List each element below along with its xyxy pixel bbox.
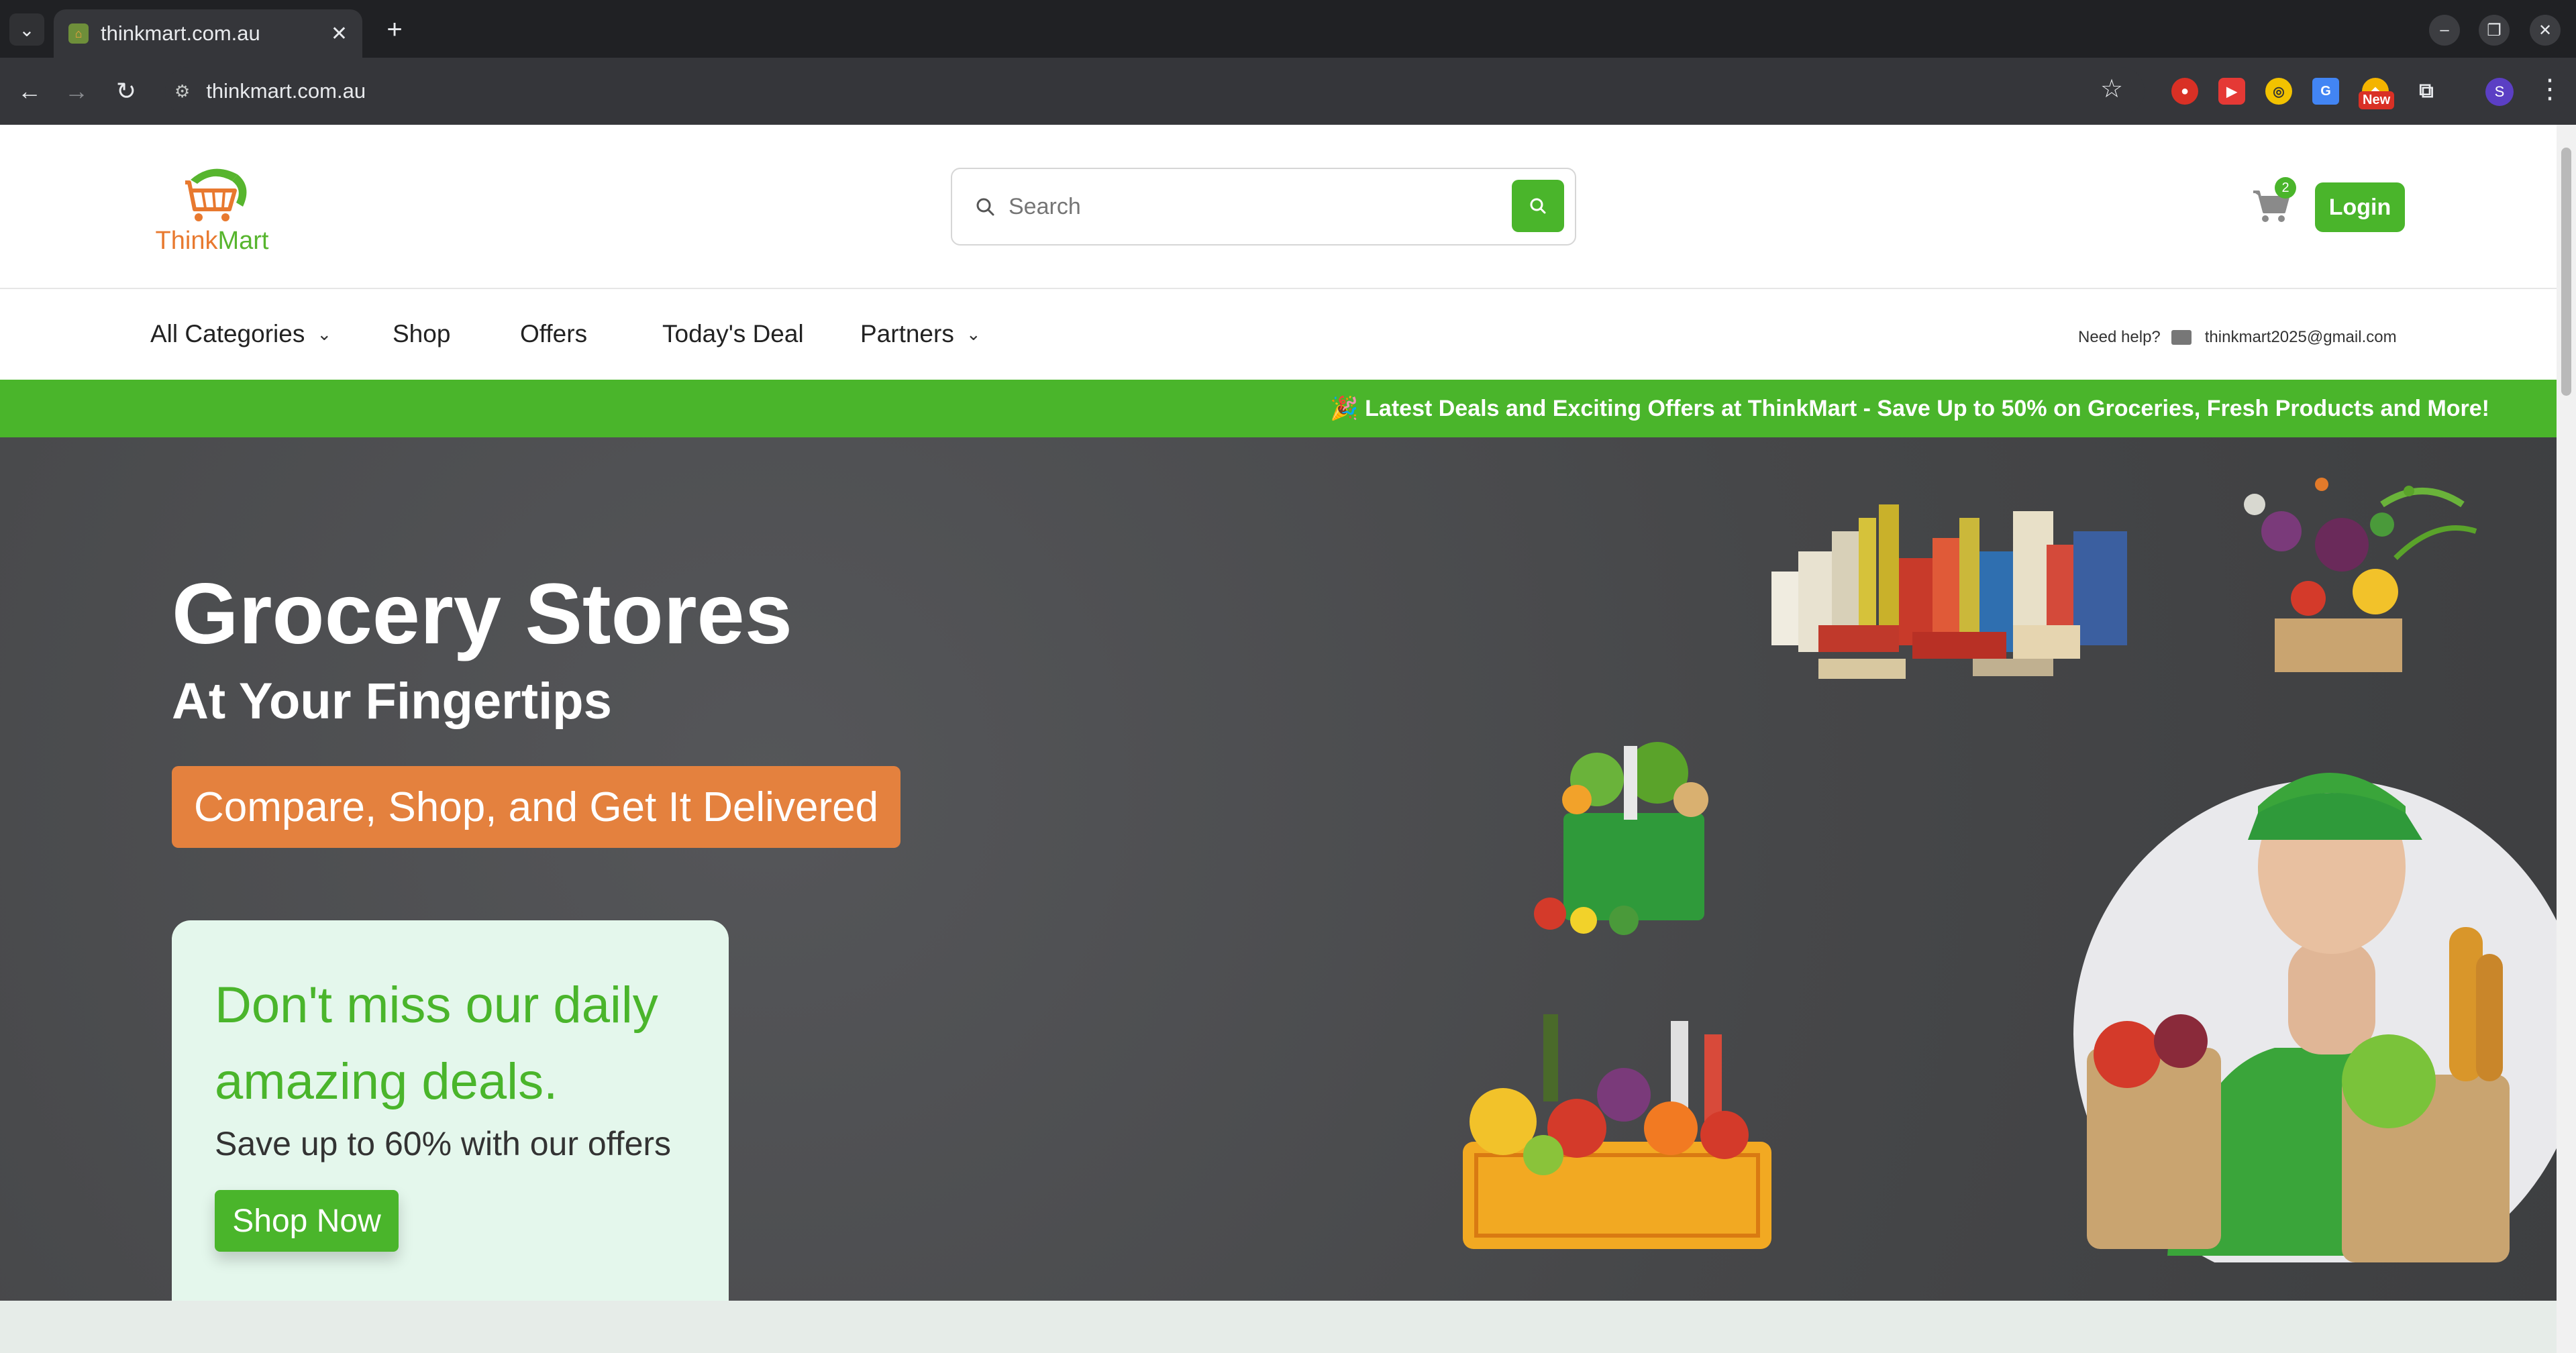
hero-title: Grocery Stores — [172, 566, 792, 662]
hero-subtitle: At Your Fingertips — [172, 673, 612, 730]
nav-shop-label: Shop — [393, 320, 451, 347]
forward-icon[interactable]: → — [58, 72, 95, 110]
close-window-icon[interactable]: ✕ — [2530, 15, 2561, 46]
site-info-icon[interactable]: ⚙ — [174, 81, 190, 102]
browser-toolbar: ← → ↻ ⚙ thinkmart.com.au ☆ ● ▶ ◎ G ◆ New… — [0, 58, 2576, 125]
search-bar[interactable] — [951, 168, 1576, 246]
webpage: ThinkMart 2 Login All Cate — [0, 125, 2557, 1353]
help-contact: Need help? thinkmart2025@gmail.com — [2078, 328, 2397, 347]
search-button[interactable] — [1512, 180, 1564, 232]
bookmark-star-icon[interactable]: ☆ — [2100, 74, 2123, 104]
logo-wordmark: ThinkMart — [152, 227, 272, 256]
restore-icon[interactable]: ❐ — [2479, 15, 2510, 46]
browser-tabstrip: ⌄ ⌂ thinkmart.com.au ✕ + – ❐ ✕ — [0, 0, 2576, 58]
next-section-strip — [0, 1301, 2557, 1353]
extension-yellow-icon[interactable]: ◎ — [2265, 78, 2292, 105]
new-badge: New — [2359, 91, 2395, 109]
login-button[interactable]: Login — [2315, 182, 2405, 232]
search-icon — [976, 198, 994, 216]
help-email[interactable]: thinkmart2025@gmail.com — [2205, 328, 2397, 347]
vegetables-bag-image — [2244, 478, 2477, 672]
nav-offers-label: Offers — [520, 320, 588, 347]
promo-banner: 🎉 Latest Deals and Exciting Offers at Th… — [0, 380, 2557, 437]
extensions-puzzle-icon[interactable]: ⧉ — [2413, 78, 2440, 105]
logo-mart: Mart — [217, 227, 269, 255]
new-tab-button[interactable]: + — [378, 13, 411, 46]
profile-avatar[interactable]: S — [2485, 78, 2514, 106]
hero-section: Grocery Stores At Your Fingertips Compar… — [0, 437, 2557, 1336]
scrollbar-thumb[interactable] — [2561, 148, 2571, 396]
shop-now-button[interactable]: Shop Now — [215, 1190, 399, 1252]
green-grocery-bag-image — [1534, 742, 1708, 935]
search-button-icon — [1530, 198, 1546, 214]
tab-search-button[interactable]: ⌄ — [9, 13, 44, 46]
nav-todays-deal-label: Today's Deal — [662, 320, 804, 347]
reload-icon[interactable]: ↻ — [107, 72, 145, 110]
help-label: Need help? — [2078, 328, 2161, 346]
deal-title: Don't miss our daily amazing deals. — [215, 977, 658, 1110]
chevron-down-icon: ⌄ — [966, 323, 981, 344]
pantry-products-image — [1771, 504, 2127, 679]
cart-logo-icon — [185, 168, 247, 221]
daily-deals-card: Don't miss our daily amazing deals. Save… — [172, 920, 729, 1336]
cart-count-badge: 2 — [2275, 177, 2296, 199]
delivery-person-image — [2073, 773, 2557, 1262]
main-nav: All Categories ⌄ Shop Offers Today's Dea… — [0, 290, 2557, 379]
deal-subtitle: Save up to 60% with our offers — [215, 1125, 672, 1162]
close-tab-icon[interactable]: ✕ — [331, 22, 348, 46]
url-text: thinkmart.com.au — [206, 79, 366, 103]
logo-think: Think — [155, 227, 218, 255]
nav-partners[interactable]: Partners ⌄ — [860, 320, 981, 348]
search-input[interactable] — [1009, 193, 1505, 220]
extension-video-icon[interactable]: ▶ — [2218, 78, 2245, 105]
site-favicon-icon: ⌂ — [68, 23, 89, 44]
browser-menu-icon[interactable]: ⋮ — [2536, 74, 2563, 105]
nav-partners-label: Partners — [860, 320, 954, 347]
nav-offers[interactable]: Offers — [520, 320, 587, 348]
extension-translate-icon[interactable]: G — [2312, 78, 2339, 105]
promo-text: 🎉 Latest Deals and Exciting Offers at Th… — [1330, 396, 2489, 421]
thinkmart-logo[interactable]: ThinkMart — [152, 160, 272, 260]
address-bar[interactable]: ⚙ thinkmart.com.au — [165, 67, 2145, 115]
extension-red-icon[interactable]: ● — [2171, 78, 2198, 105]
fruit-basket-image — [1463, 1014, 1771, 1249]
chevron-down-icon: ⌄ — [317, 323, 332, 344]
browser-tab[interactable]: ⌂ thinkmart.com.au ✕ — [54, 9, 362, 58]
back-icon[interactable]: ← — [11, 72, 48, 110]
minimize-icon[interactable]: – — [2429, 15, 2460, 46]
site-header: ThinkMart 2 Login — [0, 125, 2557, 289]
nav-all-categories[interactable]: All Categories ⌄ — [150, 320, 331, 348]
nav-todays-deal[interactable]: Today's Deal — [662, 320, 804, 348]
mail-icon — [2171, 330, 2192, 345]
page-scrollbar[interactable] — [2557, 125, 2576, 1353]
hero-cta-banner: Compare, Shop, and Get It Delivered — [172, 766, 900, 848]
nav-all-categories-label: All Categories — [150, 320, 305, 347]
tab-title: thinkmart.com.au — [101, 21, 260, 45]
nav-shop[interactable]: Shop — [393, 320, 450, 348]
